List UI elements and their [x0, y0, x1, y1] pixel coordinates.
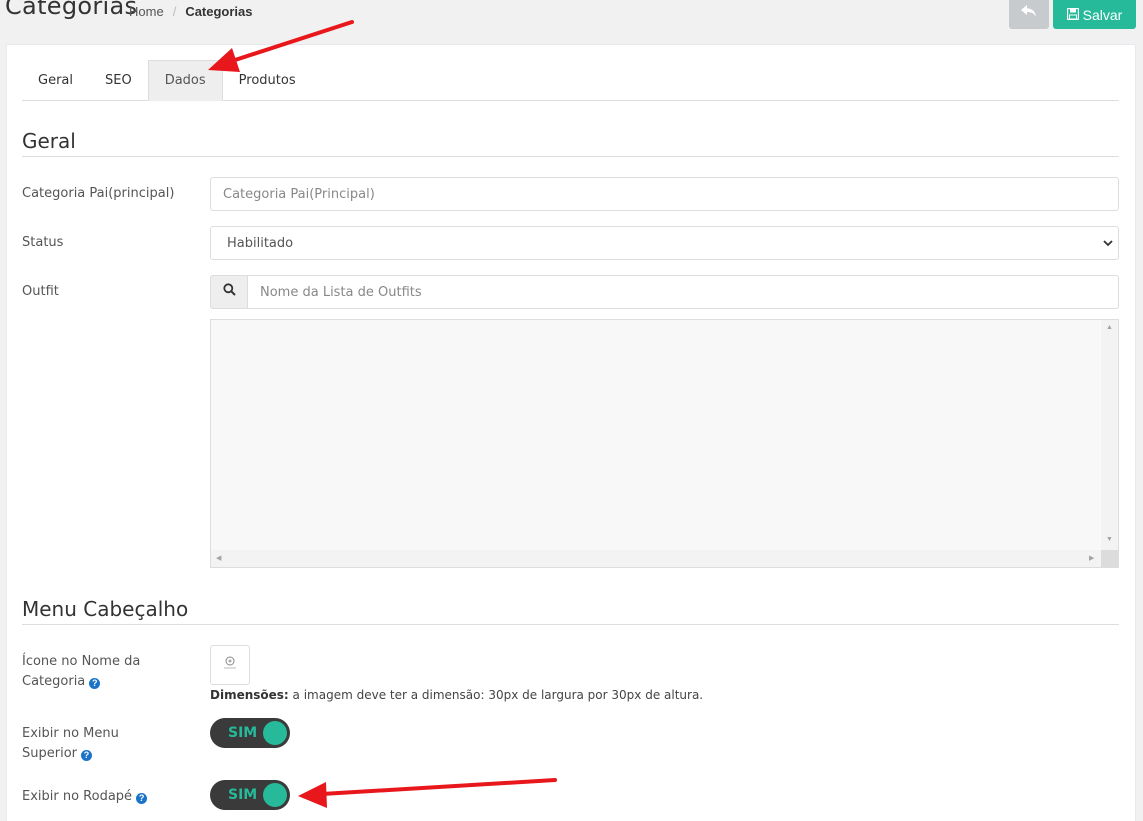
- outfit-search-input[interactable]: [248, 275, 1119, 309]
- dimensions-hint: Dimensões: a imagem deve ter a dimensão:…: [210, 688, 703, 702]
- image-placeholder-icon: [220, 655, 240, 676]
- menu-top-label: Exibir no Menu Superior?: [22, 724, 119, 764]
- footer-toggle[interactable]: SIM: [210, 780, 290, 810]
- tab-geral[interactable]: Geral: [22, 60, 89, 101]
- help-icon[interactable]: ?: [89, 677, 101, 689]
- category-icon-label-line1: Ícone no Nome da: [22, 654, 141, 669]
- breadcrumb-current: Categorias: [185, 4, 253, 19]
- breadcrumb: Home / Categorias: [129, 4, 253, 19]
- category-icon-label-line2: Categoria: [22, 674, 86, 689]
- scroll-down-arrow-icon[interactable]: ▼: [1106, 536, 1113, 543]
- save-button[interactable]: Salvar: [1053, 0, 1136, 29]
- help-icon[interactable]: ?: [136, 792, 148, 804]
- save-button-label: Salvar: [1082, 6, 1123, 23]
- toggle-knob: [263, 783, 287, 807]
- outfit-search-group: [210, 275, 1119, 309]
- outfit-search-addon: [210, 275, 248, 309]
- status-select-value: Habilitado: [227, 235, 294, 251]
- scroll-up-arrow-icon[interactable]: ▲: [1106, 324, 1113, 331]
- dimensions-hint-bold: Dimensões:: [210, 688, 289, 702]
- category-icon-thumbnail[interactable]: [210, 645, 250, 685]
- page-header: Categorias Home / Categorias Salvar: [0, 0, 1143, 40]
- form-panel: Geral SEO Dados Produtos Geral Categoria…: [6, 44, 1136, 821]
- scroll-right-arrow-icon[interactable]: ▶: [1089, 554, 1094, 562]
- outfit-label: Outfit: [22, 284, 59, 299]
- tab-bar: Geral SEO Dados Produtos: [22, 60, 1119, 101]
- help-icon[interactable]: ?: [81, 749, 92, 761]
- scrollbar-corner: [1101, 550, 1118, 567]
- breadcrumb-home-link[interactable]: Home: [129, 4, 164, 19]
- horizontal-scrollbar[interactable]: ◀ ▶: [211, 550, 1102, 567]
- scroll-left-arrow-icon[interactable]: ◀: [216, 554, 221, 562]
- tab-seo[interactable]: SEO: [89, 60, 148, 101]
- menu-top-toggle[interactable]: SIM: [210, 718, 290, 748]
- parent-category-label: Categoria Pai(principal): [22, 186, 175, 201]
- floppy-disk-icon: [1066, 7, 1079, 23]
- parent-category-input[interactable]: [210, 177, 1119, 211]
- search-icon: [222, 283, 236, 301]
- footer-toggle-label: SIM: [228, 787, 258, 803]
- chevron-down-icon: [1102, 237, 1114, 253]
- tab-dados[interactable]: Dados: [147, 60, 223, 101]
- breadcrumb-separator: /: [172, 4, 177, 19]
- menu-top-label-line1: Exibir no Menu: [22, 726, 119, 741]
- outfit-list-box[interactable]: ▲ ▼ ◀ ▶: [210, 319, 1119, 568]
- reply-icon: [1021, 5, 1037, 24]
- toggle-knob: [263, 721, 287, 745]
- page-title: Categorias: [5, 0, 138, 20]
- menu-top-toggle-label: SIM: [228, 725, 258, 741]
- category-icon-label: Ícone no Nome da Categoria?: [22, 652, 140, 692]
- section-title-geral: Geral: [22, 129, 1119, 157]
- status-label: Status: [22, 235, 64, 250]
- vertical-scrollbar[interactable]: ▲ ▼: [1101, 320, 1118, 551]
- status-select[interactable]: Habilitado: [210, 226, 1119, 260]
- back-button[interactable]: [1009, 0, 1049, 29]
- footer-label-text: Exibir no Rodapé: [22, 789, 133, 804]
- dimensions-hint-text: a imagem deve ter a dimensão: 30px de la…: [288, 688, 704, 702]
- menu-top-label-line2: Superior: [22, 746, 77, 761]
- footer-label: Exibir no Rodapé?: [22, 787, 148, 807]
- section-title-menu: Menu Cabeçalho: [22, 597, 1119, 625]
- tab-produtos[interactable]: Produtos: [223, 60, 312, 101]
